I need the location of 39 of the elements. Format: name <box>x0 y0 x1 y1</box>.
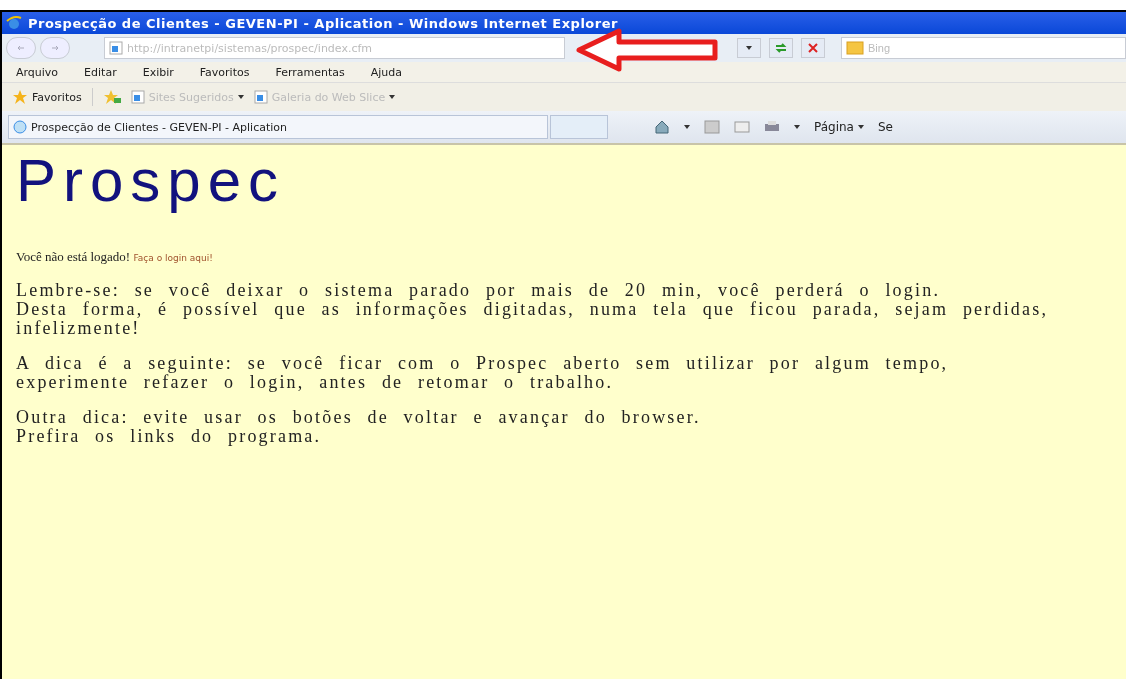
search-field[interactable]: Bing <box>841 37 1126 59</box>
info-paragraph: Lembre-se: se você deixar o sistema parado por mais de 20 min, você perderá o login. Desta forma, é possível que as informações digitadas, numa tela que ficou parada, sejam perdidas, infelizmente! <box>16 281 1050 338</box>
menu-item[interactable]: Ferramentas <box>275 65 345 79</box>
page-icon <box>253 90 268 104</box>
menu-item[interactable]: Arquivo <box>16 65 59 79</box>
dropdown-button[interactable] <box>737 38 761 58</box>
favorites-button[interactable]: Favoritos <box>12 89 82 105</box>
add-favorite-icon[interactable] <box>102 89 121 105</box>
back-arrow-icon <box>16 43 26 53</box>
page-icon <box>130 90 145 104</box>
menu-item[interactable]: Favoritos <box>199 65 250 79</box>
stop-button[interactable] <box>801 38 825 58</box>
home-icon[interactable] <box>654 119 670 135</box>
menu-item[interactable]: Exibir <box>142 65 174 79</box>
star-icon <box>12 89 28 105</box>
page-icon <box>109 41 123 55</box>
logo: Prospec <box>16 149 287 213</box>
command-menu-item[interactable]: Se <box>877 120 893 134</box>
browser-logo-icon <box>6 15 22 31</box>
forward-arrow-icon <box>50 43 60 53</box>
window-title: Prospecção de Clientes - GEVEN-PI - Aplication - Windows Internet Explorer <box>28 15 618 31</box>
search-input[interactable]: Bing <box>868 40 988 56</box>
info-paragraph: Outra dica: evite usar os botões de voltar e avançar do browser. Prefira os links do programa. <box>16 408 702 446</box>
page-menu-button[interactable]: Página <box>814 120 864 134</box>
refresh-icon <box>774 41 788 55</box>
close-icon <box>807 42 819 54</box>
tab-icon <box>13 120 27 134</box>
browser-tab[interactable]: Prospecção de Clientes - GEVEN-PI - Aplication <box>8 115 548 139</box>
back-button[interactable] <box>6 37 36 59</box>
refresh-button[interactable] <box>769 38 793 58</box>
forward-button[interactable] <box>40 37 70 59</box>
login-link[interactable]: Faça o login aqui! <box>133 253 213 263</box>
menu-item[interactable]: Ajuda <box>370 65 403 79</box>
new-tab-button[interactable] <box>550 115 608 139</box>
mail-icon[interactable] <box>734 119 750 135</box>
info-paragraph: A dica é a seguinte: se você ficar com o Prospec aberto sem utilizar por algum tempo, experimente refazer o login, antes de retomar o trabalho. <box>16 354 950 392</box>
login-status-text: Você não está logado! <box>16 249 131 264</box>
menu-item[interactable]: Editar <box>84 65 117 79</box>
search-provider-icon <box>846 41 864 55</box>
